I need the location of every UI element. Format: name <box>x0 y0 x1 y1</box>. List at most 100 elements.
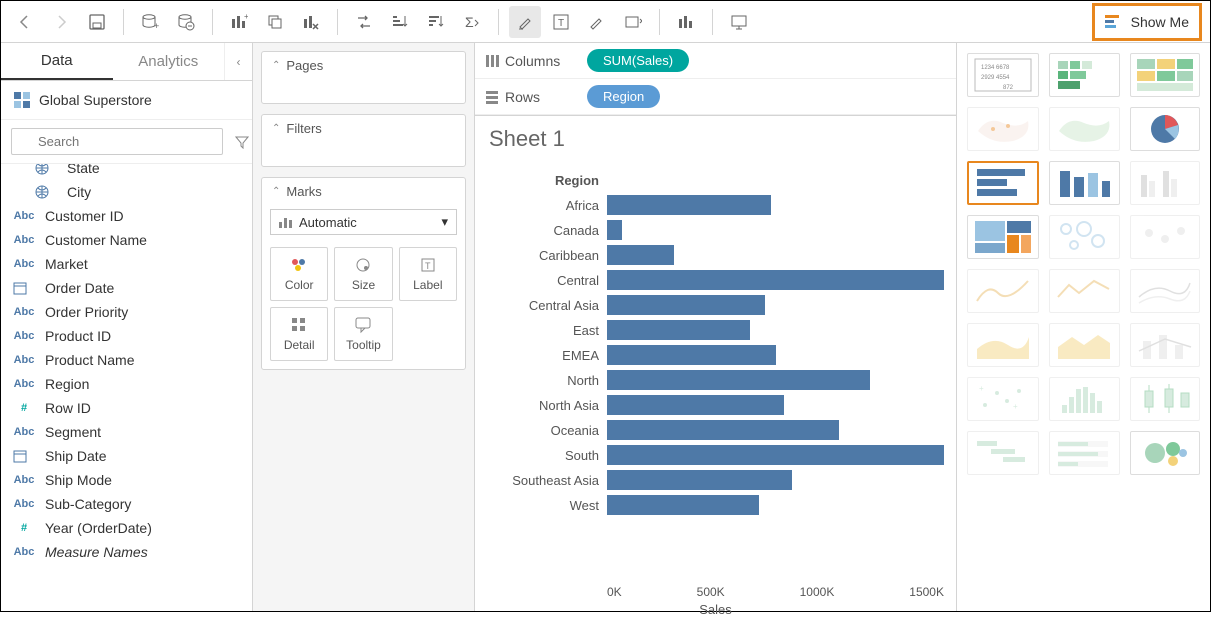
bar[interactable] <box>607 495 759 515</box>
main-toolbar: + + Σ T Show Me <box>1 1 1210 43</box>
tab-analytics[interactable]: Analytics <box>113 43 225 80</box>
back-button[interactable] <box>9 6 41 38</box>
showme-horizontal-bar[interactable] <box>967 161 1039 205</box>
field-segment[interactable]: AbcSegment <box>1 420 252 444</box>
pages-shelf[interactable]: ⌃Pages <box>261 51 466 104</box>
filters-shelf[interactable]: ⌃Filters <box>261 114 466 167</box>
showme-stacked-bar[interactable] <box>1049 161 1120 205</box>
field-market[interactable]: AbcMarket <box>1 252 252 276</box>
show-me-button[interactable]: Show Me <box>1092 3 1202 41</box>
showme-filled-map[interactable] <box>1049 107 1120 151</box>
marks-label: Marks <box>286 184 321 199</box>
bar[interactable] <box>607 245 674 265</box>
field-row-id[interactable]: #Row ID <box>1 396 252 420</box>
field-sub-category[interactable]: AbcSub-Category <box>1 492 252 516</box>
sort-asc-button[interactable] <box>384 6 416 38</box>
showme-packed-bubbles[interactable] <box>1130 431 1201 475</box>
totals-button[interactable]: Σ <box>456 6 488 38</box>
showme-dual-line[interactable] <box>1130 269 1201 313</box>
showme-symbol-map[interactable] <box>967 107 1039 151</box>
bar[interactable] <box>607 470 792 490</box>
bar[interactable] <box>607 320 750 340</box>
sort-desc-button[interactable] <box>420 6 452 38</box>
presentation-button[interactable] <box>723 6 755 38</box>
collapse-panel-button[interactable]: ‹ <box>224 43 252 80</box>
field-ship-mode[interactable]: AbcShip Mode <box>1 468 252 492</box>
bar[interactable] <box>607 295 765 315</box>
sheet-title[interactable]: Sheet 1 <box>475 116 956 162</box>
field-state[interactable]: State <box>1 164 252 180</box>
field-product-id[interactable]: AbcProduct ID <box>1 324 252 348</box>
field-customer-id[interactable]: AbcCustomer ID <box>1 204 252 228</box>
filter-fields-button[interactable] <box>231 131 253 153</box>
pause-updates-button[interactable] <box>170 6 202 38</box>
marks-card: ⌃Marks Automatic ▾ Color Size TLabel Det… <box>261 177 466 370</box>
bar[interactable] <box>607 420 839 440</box>
search-input[interactable] <box>11 128 223 155</box>
showme-box-plot[interactable] <box>1130 377 1201 421</box>
bar-label: Oceania <box>487 423 607 438</box>
showme-pie[interactable] <box>1130 107 1201 151</box>
field-product-name[interactable]: AbcProduct Name <box>1 348 252 372</box>
show-mark-labels-button[interactable] <box>670 6 702 38</box>
showme-histogram[interactable] <box>1049 377 1120 421</box>
rows-pill[interactable]: Region <box>587 85 660 108</box>
viz-area: Columns SUM(Sales) Rows Region Sheet 1 R… <box>475 43 956 611</box>
showme-highlight-table[interactable] <box>1130 53 1201 97</box>
showme-bullet[interactable] <box>1049 431 1120 475</box>
marks-label[interactable]: TLabel <box>399 247 457 301</box>
rows-shelf[interactable]: Rows Region <box>475 79 956 115</box>
new-worksheet-button[interactable]: + <box>223 6 255 38</box>
fit-button[interactable] <box>617 6 649 38</box>
showme-circle-views[interactable] <box>1049 215 1120 259</box>
columns-pill[interactable]: SUM(Sales) <box>587 49 689 72</box>
showme-area-discrete[interactable] <box>1049 323 1120 367</box>
format-button[interactable] <box>581 6 613 38</box>
save-button[interactable] <box>81 6 113 38</box>
new-datasource-button[interactable]: + <box>134 6 166 38</box>
showme-scatter[interactable]: ++ <box>967 377 1039 421</box>
tab-data[interactable]: Data <box>1 43 113 80</box>
field-year-orderdate-[interactable]: #Year (OrderDate) <box>1 516 252 540</box>
showme-line-discrete[interactable] <box>1049 269 1120 313</box>
duplicate-sheet-button[interactable] <box>259 6 291 38</box>
datasource-row[interactable]: Global Superstore <box>1 81 252 120</box>
bar[interactable] <box>607 220 622 240</box>
showme-treemap[interactable] <box>967 215 1039 259</box>
showme-gantt[interactable] <box>967 431 1039 475</box>
showme-side-by-side-bar[interactable] <box>1130 161 1201 205</box>
marks-tooltip[interactable]: Tooltip <box>334 307 392 361</box>
marks-detail[interactable]: Detail <box>270 307 328 361</box>
bar[interactable] <box>607 345 776 365</box>
showme-text-table[interactable]: 1234 66782929 4554872 <box>967 53 1039 97</box>
showme-area-continuous[interactable] <box>967 323 1039 367</box>
marks-type-dropdown[interactable]: Automatic ▾ <box>270 209 457 235</box>
field-region[interactable]: AbcRegion <box>1 372 252 396</box>
clear-sheet-button[interactable] <box>295 6 327 38</box>
bar[interactable] <box>607 445 944 465</box>
text-button[interactable]: T <box>545 6 577 38</box>
field-order-priority[interactable]: AbcOrder Priority <box>1 300 252 324</box>
showme-side-by-side-circle[interactable] <box>1130 215 1201 259</box>
columns-shelf[interactable]: Columns SUM(Sales) <box>475 43 956 79</box>
highlight-button[interactable] <box>509 6 541 38</box>
bar-label: Canada <box>487 223 607 238</box>
bar[interactable] <box>607 270 944 290</box>
showme-line-continuous[interactable] <box>967 269 1039 313</box>
field-ship-date[interactable]: Ship Date <box>1 444 252 468</box>
shelves-column: ⌃Pages ⌃Filters ⌃Marks Automatic ▾ Color… <box>253 43 475 611</box>
field-city[interactable]: City <box>1 180 252 204</box>
showme-dual-combination[interactable] <box>1130 323 1201 367</box>
field-measure-names[interactable]: AbcMeasure Names <box>1 540 252 564</box>
bar[interactable] <box>607 195 771 215</box>
showme-heat-map[interactable] <box>1049 53 1120 97</box>
forward-button[interactable] <box>45 6 77 38</box>
field-customer-name[interactable]: AbcCustomer Name <box>1 228 252 252</box>
bar[interactable] <box>607 370 870 390</box>
field-order-date[interactable]: Order Date <box>1 276 252 300</box>
swap-button[interactable] <box>348 6 380 38</box>
marks-size[interactable]: Size <box>334 247 392 301</box>
bar[interactable] <box>607 395 784 415</box>
marks-color[interactable]: Color <box>270 247 328 301</box>
bar-label: North <box>487 373 607 388</box>
